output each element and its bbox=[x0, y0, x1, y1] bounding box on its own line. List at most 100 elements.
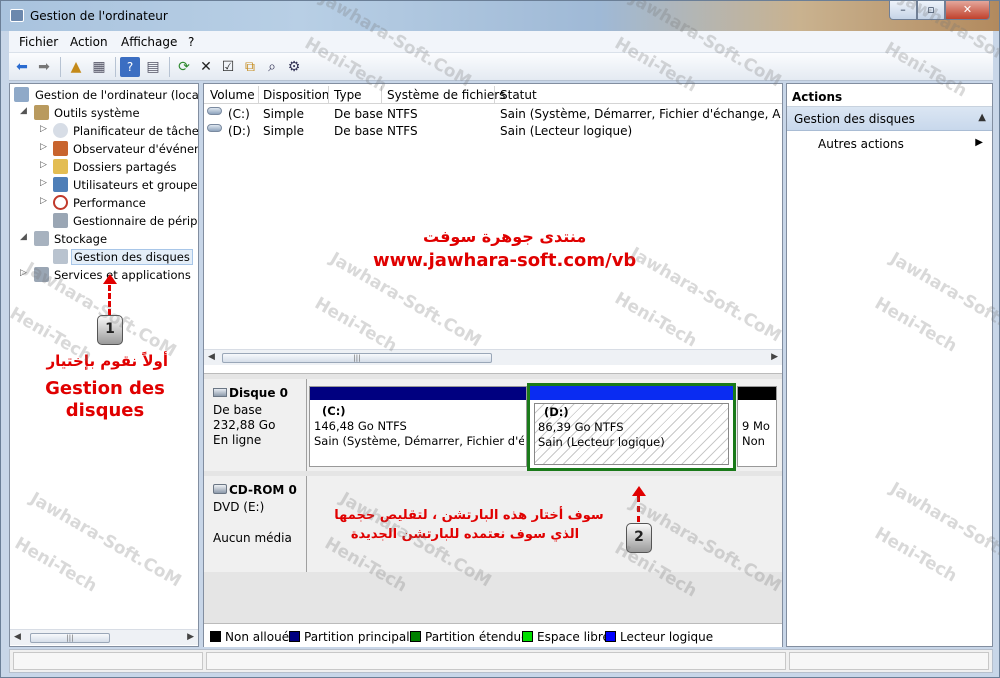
window-title: Gestion de l'ordinateur bbox=[30, 9, 168, 23]
tree-item-computer-management[interactable]: Gestion de l'ordinateur (local) bbox=[10, 86, 198, 104]
legend-free-space: Espace libre bbox=[522, 630, 610, 644]
actions-group-disk-management[interactable]: Gestion des disques ▲ bbox=[787, 107, 992, 131]
tree-item-device-manager[interactable]: Gestionnaire de périphé bbox=[10, 212, 198, 230]
properties-icon[interactable]: ☑ bbox=[218, 57, 238, 77]
disk-0-label[interactable]: Disque 0 De base 232,88 Go En ligne bbox=[204, 379, 307, 471]
expand-arrow-icon[interactable]: ▷ bbox=[40, 160, 47, 170]
tree-item-users-groups[interactable]: ▷ Utilisateurs et groupes l bbox=[10, 176, 198, 194]
back-icon[interactable]: ⬅ bbox=[12, 57, 32, 77]
other-actions-link[interactable]: Autres actions bbox=[818, 137, 904, 151]
clock-icon bbox=[53, 123, 68, 138]
cdrom-0-label[interactable]: CD-ROM 0 DVD (E:) Aucun média bbox=[204, 476, 307, 572]
toolbar-separator bbox=[169, 57, 170, 77]
shared-folder-icon bbox=[53, 159, 68, 174]
volume-list-horizontal-scrollbar[interactable]: ◀ ||| ▶ bbox=[204, 349, 782, 365]
menu-affichage[interactable]: Affichage bbox=[121, 35, 177, 49]
tree-item-event-viewer[interactable]: ▷ Observateur d'événeme bbox=[10, 140, 198, 158]
scroll-right-icon[interactable]: ▶ bbox=[187, 632, 194, 642]
expand-arrow-icon[interactable]: ▷ bbox=[40, 124, 47, 134]
volume-name: (C:) bbox=[228, 107, 250, 121]
expand-arrow-icon[interactable]: ▷ bbox=[40, 178, 47, 188]
volume-status: Sain (Système, Démarrer, Fichier d'échan… bbox=[500, 107, 781, 121]
expand-arrow-icon[interactable]: ▷ bbox=[20, 268, 27, 278]
expand-arrow-icon[interactable]: ◢ bbox=[20, 106, 27, 116]
tree-item-label: Gestion de l'ordinateur (local) bbox=[35, 88, 198, 102]
tree-item-label: Planificateur de tâches bbox=[73, 124, 198, 138]
cdrom-0-media: Aucun média bbox=[213, 531, 292, 545]
actions-title: Actions bbox=[787, 84, 992, 107]
legend: Non alloué Partition principale Partitio… bbox=[204, 623, 782, 647]
partition-c-size: 146,48 Go NTFS bbox=[314, 419, 407, 433]
tools-icon bbox=[34, 105, 49, 120]
column-divider[interactable] bbox=[494, 86, 495, 103]
step1-arrow-head-icon bbox=[103, 274, 117, 284]
unallocated-bar bbox=[738, 387, 776, 400]
expand-arrow-icon[interactable]: ◢ bbox=[20, 232, 27, 242]
submenu-arrow-icon[interactable]: ▶ bbox=[975, 137, 983, 148]
services-icon bbox=[34, 267, 49, 282]
action-pane-icon[interactable]: ▤ bbox=[143, 57, 163, 77]
column-divider[interactable] bbox=[328, 86, 329, 103]
tree-horizontal-scrollbar[interactable]: ◀ ||| ▶ bbox=[10, 629, 198, 645]
open-folder-icon[interactable]: ⧉ bbox=[240, 57, 260, 77]
scroll-thumb[interactable]: ||| bbox=[30, 633, 110, 643]
column-volume[interactable]: Volume bbox=[210, 88, 255, 102]
title-bar[interactable]: Gestion de l'ordinateur – ▫ ✕ bbox=[1, 1, 999, 31]
close-button[interactable]: ✕ bbox=[945, 1, 990, 20]
column-filesystem[interactable]: Système de fichiers bbox=[387, 88, 505, 102]
drive-icon bbox=[207, 124, 222, 132]
disk-0-size: 232,88 Go bbox=[213, 418, 276, 432]
cdrom-0-drive: DVD (E:) bbox=[213, 500, 265, 514]
delete-icon[interactable]: ✕ bbox=[196, 57, 216, 77]
scroll-right-icon[interactable]: ▶ bbox=[771, 352, 778, 362]
menu-help[interactable]: ? bbox=[188, 35, 194, 49]
column-type[interactable]: Type bbox=[334, 88, 362, 102]
hard-disk-icon bbox=[213, 388, 227, 397]
minimize-button[interactable]: – bbox=[889, 1, 917, 20]
tree-item-performance[interactable]: ▷ Performance bbox=[10, 194, 198, 212]
collapse-up-icon[interactable]: ▲ bbox=[978, 112, 986, 123]
expand-arrow-icon[interactable]: ▷ bbox=[40, 196, 47, 206]
forward-icon[interactable]: ➡ bbox=[34, 57, 54, 77]
disk-0-row[interactable]: Disque 0 De base 232,88 Go En ligne (C:)… bbox=[204, 379, 782, 471]
legend-unallocated: Non alloué bbox=[210, 630, 289, 644]
show-hide-tree-icon[interactable]: ▦ bbox=[89, 57, 109, 77]
expand-arrow-icon[interactable]: ▷ bbox=[40, 142, 47, 152]
tree-item-disk-management[interactable]: Gestion des disques bbox=[10, 248, 198, 266]
volume-row[interactable]: (D:) Simple De base NTFS Sain (Lecteur l… bbox=[204, 122, 782, 139]
menu-fichier[interactable]: Fichier bbox=[19, 35, 58, 49]
scroll-thumb[interactable]: ||| bbox=[222, 353, 492, 363]
maximize-button[interactable]: ▫ bbox=[917, 1, 945, 20]
help-icon[interactable]: ? bbox=[120, 57, 140, 77]
partition-d[interactable]: (D:) 86,39 Go NTFS Sain (Lecteur logique… bbox=[527, 383, 736, 471]
partition-c[interactable]: (C:) 146,48 Go NTFS Sain (Système, Démar… bbox=[309, 386, 527, 467]
disk-management-icon bbox=[53, 249, 68, 264]
tree-item-label: Gestionnaire de périphé bbox=[73, 214, 198, 228]
menu-action[interactable]: Action bbox=[70, 35, 108, 49]
partition-c-letter: (C:) bbox=[322, 404, 346, 418]
volume-filesystem: NTFS bbox=[387, 107, 418, 121]
scroll-left-icon[interactable]: ◀ bbox=[14, 632, 21, 642]
disk-0-type: De base bbox=[213, 403, 263, 417]
primary-partition-bar bbox=[310, 387, 526, 400]
tree-item-label: Utilisateurs et groupes l bbox=[73, 178, 198, 192]
column-disposition[interactable]: Disposition bbox=[263, 88, 329, 102]
tree-item-label: Observateur d'événeme bbox=[73, 142, 198, 156]
refresh-icon[interactable]: ⟳ bbox=[174, 57, 194, 77]
partition-unallocated[interactable]: 9 Mo Non bbox=[737, 386, 777, 467]
search-icon[interactable]: ⌕ bbox=[262, 57, 282, 77]
disk-settings-icon[interactable]: ⚙ bbox=[284, 57, 304, 77]
tree-item-system-tools[interactable]: ◢ Outils système bbox=[10, 104, 198, 122]
tree-item-task-scheduler[interactable]: ▷ Planificateur de tâches bbox=[10, 122, 198, 140]
legend-swatch bbox=[289, 631, 300, 642]
column-divider[interactable] bbox=[381, 86, 382, 103]
column-status[interactable]: Statut bbox=[500, 88, 537, 102]
column-divider[interactable] bbox=[258, 86, 259, 103]
up-folder-icon[interactable]: ▲ bbox=[66, 57, 86, 77]
volume-row[interactable]: (C:) Simple De base NTFS Sain (Système, … bbox=[204, 105, 782, 122]
cdrom-0-row[interactable]: CD-ROM 0 DVD (E:) Aucun média bbox=[204, 476, 782, 572]
tree-item-shared-folders[interactable]: ▷ Dossiers partagés bbox=[10, 158, 198, 176]
tree-item-storage[interactable]: ◢ Stockage bbox=[10, 230, 198, 248]
legend-swatch bbox=[210, 631, 221, 642]
scroll-left-icon[interactable]: ◀ bbox=[208, 352, 215, 362]
